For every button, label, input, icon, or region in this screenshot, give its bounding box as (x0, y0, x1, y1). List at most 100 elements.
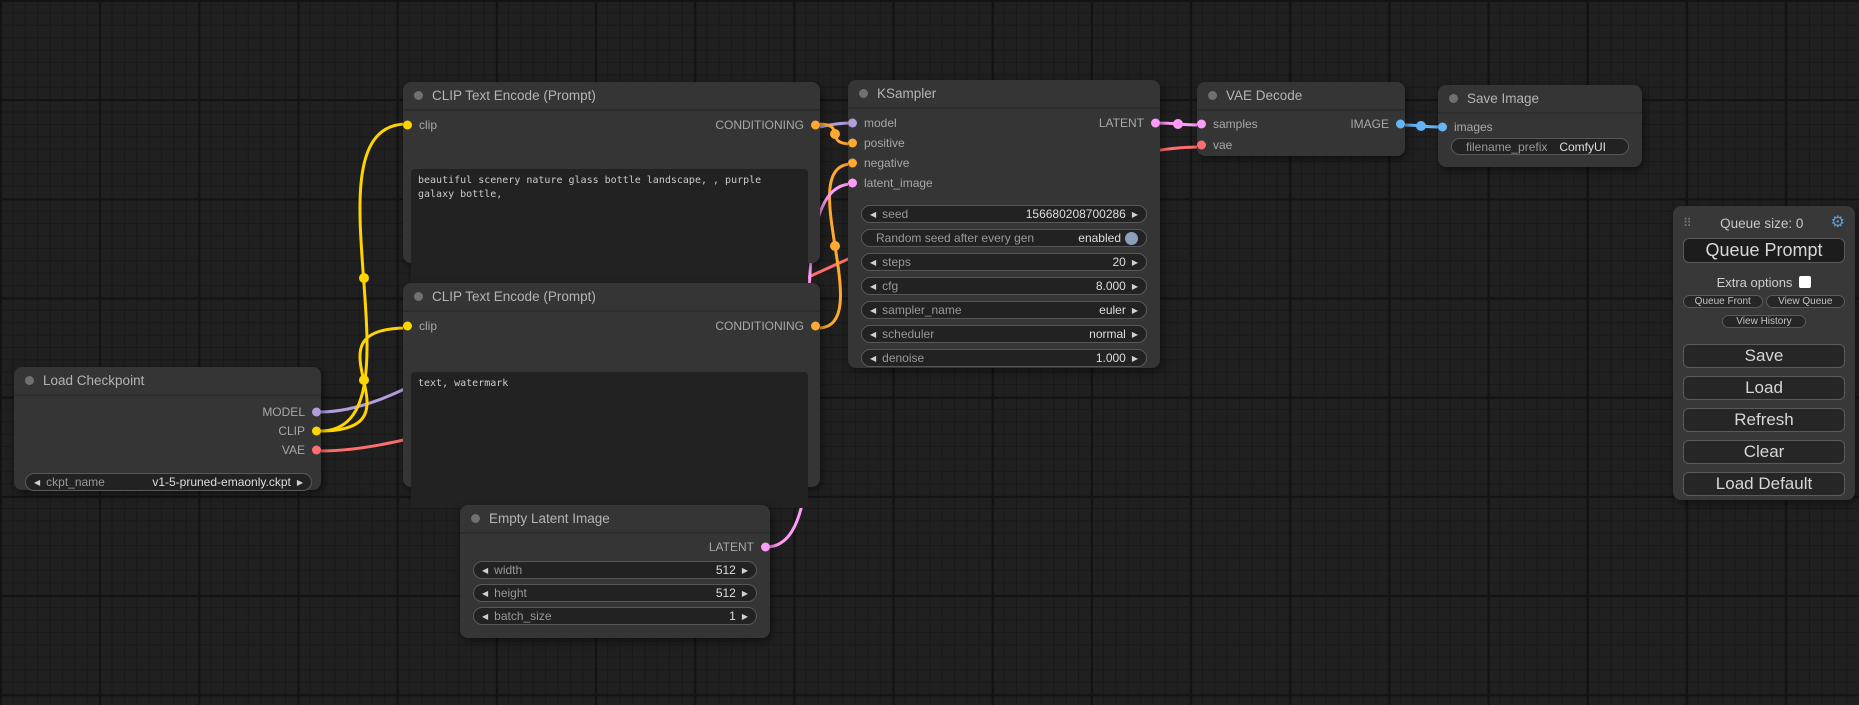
stepper-right-icon[interactable]: ▶ (1132, 282, 1138, 291)
node-collapse-dot[interactable] (471, 514, 480, 523)
stepper-right-icon[interactable]: ▶ (297, 478, 303, 487)
clip-output-pin[interactable] (312, 426, 321, 435)
positive-input-pin[interactable] (848, 139, 857, 148)
node-title-bar[interactable]: Load Checkpoint (14, 367, 321, 396)
conditioning-output-pin[interactable] (811, 322, 820, 331)
drag-handle-icon[interactable]: ⠿ (1683, 216, 1693, 230)
input-slot-vae[interactable]: vae (1197, 135, 1405, 155)
node-ksampler[interactable]: KSampler model LATENT positive negative … (848, 80, 1160, 368)
node-empty-latent-image[interactable]: Empty Latent Image LATENT ◀ width 512 ▶ … (460, 505, 770, 638)
node-collapse-dot[interactable] (414, 91, 423, 100)
extra-options-checkbox[interactable] (1799, 276, 1811, 288)
stepper-left-icon[interactable]: ◀ (482, 566, 488, 575)
refresh-button[interactable]: Refresh (1683, 408, 1845, 432)
vae-input-pin[interactable] (1197, 141, 1206, 150)
stepper-right-icon[interactable]: ▶ (1132, 354, 1138, 363)
input-slot-positive[interactable]: positive (848, 133, 1160, 153)
view-history-button[interactable]: View History (1722, 315, 1806, 328)
denoise-widget[interactable]: ◀ denoise 1.000 ▶ (861, 349, 1147, 367)
output-slot-latent[interactable]: LATENT (460, 537, 770, 557)
stepper-left-icon[interactable]: ◀ (870, 354, 876, 363)
node-title-bar[interactable]: Empty Latent Image (460, 505, 770, 534)
node-load-checkpoint[interactable]: Load Checkpoint MODEL CLIP VAE ◀ ckpt_na… (14, 367, 321, 490)
stepper-right-icon[interactable]: ▶ (742, 566, 748, 575)
output-slot-vae[interactable]: VAE (14, 440, 321, 459)
queue-prompt-button[interactable]: Queue Prompt (1683, 238, 1845, 263)
stepper-right-icon[interactable]: ▶ (1132, 258, 1138, 267)
conditioning-output-pin[interactable] (811, 121, 820, 130)
cfg-widget[interactable]: ◀ cfg 8.000 ▶ (861, 277, 1147, 295)
model-output-pin[interactable] (312, 407, 321, 416)
load-default-button[interactable]: Load Default (1683, 472, 1845, 496)
node-collapse-dot[interactable] (414, 292, 423, 301)
save-button[interactable]: Save (1683, 344, 1845, 368)
latent-image-input-pin[interactable] (848, 179, 857, 188)
node-vae-decode[interactable]: VAE Decode samples IMAGE vae (1197, 82, 1405, 156)
stepper-left-icon[interactable]: ◀ (870, 258, 876, 267)
node-collapse-dot[interactable] (1208, 91, 1217, 100)
samples-input-pin[interactable] (1197, 120, 1206, 129)
stepper-left-icon[interactable]: ◀ (870, 306, 876, 315)
clear-button[interactable]: Clear (1683, 440, 1845, 464)
filename-prefix-widget[interactable]: filename_prefix ComfyUI (1451, 138, 1629, 155)
image-output-pin[interactable] (1396, 120, 1405, 129)
node-title-bar[interactable]: VAE Decode (1197, 82, 1405, 111)
input-slot-latent-image[interactable]: latent_image (848, 173, 1160, 193)
queue-panel[interactable]: ⠿ Queue size: 0 ⚙ Queue Prompt Extra opt… (1673, 206, 1855, 500)
latent-output-pin[interactable] (761, 543, 770, 552)
node-title-bar[interactable]: CLIP Text Encode (Prompt) (403, 82, 820, 111)
gear-icon[interactable]: ⚙ (1831, 215, 1845, 231)
model-input-pin[interactable] (848, 119, 857, 128)
node-collapse-dot[interactable] (1449, 94, 1458, 103)
node-clip-text-encode-negative[interactable]: CLIP Text Encode (Prompt) clip CONDITION… (403, 283, 820, 487)
stepper-left-icon[interactable]: ◀ (870, 282, 876, 291)
sampler-name-widget[interactable]: ◀ sampler_name euler ▶ (861, 301, 1147, 319)
node-clip-text-encode-positive[interactable]: CLIP Text Encode (Prompt) clip CONDITION… (403, 82, 820, 263)
input-slot-images[interactable]: images (1438, 117, 1642, 137)
scheduler-widget[interactable]: ◀ scheduler normal ▶ (861, 325, 1147, 343)
queue-front-button[interactable]: Queue Front (1683, 295, 1763, 308)
stepper-left-icon[interactable]: ◀ (34, 478, 40, 487)
clip-input-pin[interactable] (403, 322, 412, 331)
stepper-left-icon[interactable]: ◀ (482, 589, 488, 598)
node-collapse-dot[interactable] (25, 376, 34, 385)
seed-widget[interactable]: ◀ seed 156680208700286 ▶ (861, 205, 1147, 223)
node-graph-canvas[interactable]: Load Checkpoint MODEL CLIP VAE ◀ ckpt_na… (0, 0, 1859, 705)
height-widget[interactable]: ◀ height 512 ▶ (473, 584, 757, 602)
output-slot-model[interactable]: MODEL (14, 402, 321, 421)
extra-options-label: Extra options (1717, 275, 1793, 290)
images-input-pin[interactable] (1438, 123, 1447, 132)
vae-output-pin[interactable] (312, 445, 321, 454)
input-slot-negative[interactable]: negative (848, 153, 1160, 173)
latent-output-pin[interactable] (1151, 119, 1160, 128)
load-button[interactable]: Load (1683, 376, 1845, 400)
output-slot-clip[interactable]: CLIP (14, 421, 321, 440)
prompt-textarea[interactable]: text, watermark (411, 372, 808, 508)
stepper-right-icon[interactable]: ▶ (1132, 210, 1138, 219)
node-collapse-dot[interactable] (859, 89, 868, 98)
stepper-right-icon[interactable]: ▶ (742, 612, 748, 621)
node-title: Load Checkpoint (43, 373, 144, 388)
node-save-image[interactable]: Save Image images filename_prefix ComfyU… (1438, 85, 1642, 167)
width-widget[interactable]: ◀ width 512 ▶ (473, 561, 757, 579)
toggle-dot[interactable] (1125, 232, 1138, 245)
prompt-textarea[interactable]: beautiful scenery nature glass bottle la… (411, 169, 808, 283)
node-title-bar[interactable]: Save Image (1438, 85, 1642, 114)
random-seed-toggle-widget[interactable]: Random seed after every gen enabled (861, 229, 1147, 247)
clip-input-pin[interactable] (403, 121, 412, 130)
stepper-right-icon[interactable]: ▶ (1132, 306, 1138, 315)
steps-widget[interactable]: ◀ steps 20 ▶ (861, 253, 1147, 271)
stepper-left-icon[interactable]: ◀ (870, 210, 876, 219)
stepper-right-icon[interactable]: ▶ (1132, 330, 1138, 339)
negative-input-pin[interactable] (848, 159, 857, 168)
ckpt-name-widget[interactable]: ◀ ckpt_name v1-5-pruned-emaonly.ckpt ▶ (25, 473, 312, 491)
node-title-bar[interactable]: CLIP Text Encode (Prompt) (403, 283, 820, 312)
node-title-bar[interactable]: KSampler (848, 80, 1160, 109)
batch-size-widget[interactable]: ◀ batch_size 1 ▶ (473, 607, 757, 625)
slot-row: clip CONDITIONING (403, 115, 820, 135)
stepper-left-icon[interactable]: ◀ (482, 612, 488, 621)
stepper-right-icon[interactable]: ▶ (742, 589, 748, 598)
stepper-left-icon[interactable]: ◀ (870, 330, 876, 339)
link-dot (1173, 119, 1183, 129)
view-queue-button[interactable]: View Queue (1766, 295, 1846, 308)
